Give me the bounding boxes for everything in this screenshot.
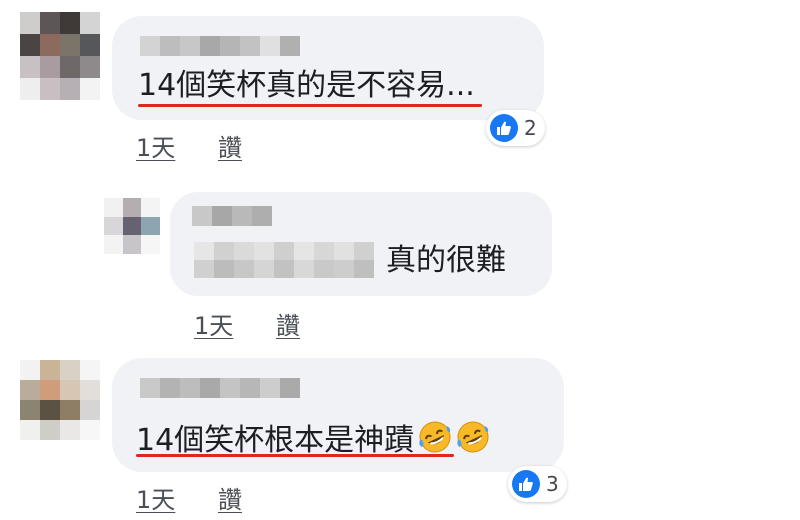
- timestamp-link[interactable]: 1天: [136, 128, 175, 163]
- avatar-blurred[interactable]: [20, 360, 100, 440]
- reaction-count: 3: [546, 472, 559, 496]
- like-button[interactable]: 讚: [276, 306, 300, 341]
- comment-text: 14個笑杯真的是不容易...: [138, 68, 475, 103]
- timestamp-link[interactable]: 1天: [136, 480, 175, 515]
- rolling-on-floor-laughing-emoji: [457, 421, 489, 453]
- comment-text: 真的很難: [386, 243, 506, 278]
- red-highlight-underline: [136, 454, 454, 457]
- like-icon: [512, 470, 540, 498]
- username-blurred[interactable]: [192, 206, 272, 226]
- avatar-blurred[interactable]: [104, 198, 160, 254]
- username-blurred[interactable]: [140, 378, 300, 398]
- reaction-summary[interactable]: 2: [486, 110, 545, 146]
- like-button[interactable]: 讚: [218, 480, 242, 515]
- like-button[interactable]: 讚: [218, 128, 242, 163]
- timestamp-link[interactable]: 1天: [194, 306, 233, 341]
- comment-text: 14個笑杯根本是神蹟: [136, 423, 415, 458]
- rolling-on-floor-laughing-emoji: [419, 421, 451, 453]
- username-blurred[interactable]: [140, 36, 300, 56]
- reaction-count: 2: [524, 116, 537, 140]
- comment-text-blurred: [194, 242, 374, 278]
- avatar-blurred[interactable]: [20, 12, 100, 100]
- like-icon: [490, 114, 518, 142]
- red-highlight-underline: [138, 104, 482, 107]
- reaction-summary[interactable]: 3: [508, 466, 567, 502]
